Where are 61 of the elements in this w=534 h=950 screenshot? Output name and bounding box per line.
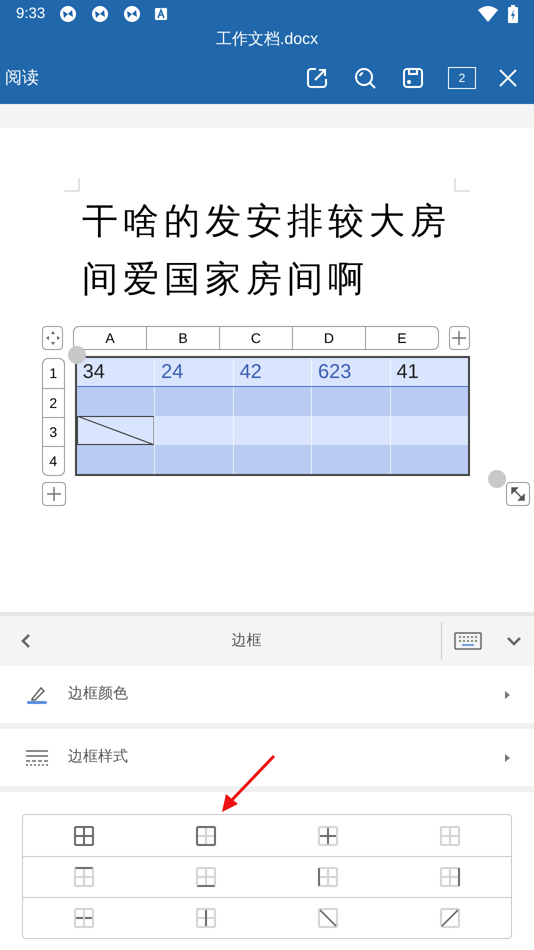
column-header[interactable]: D [292,327,365,349]
menu-item[interactable]: 边框颜色 [0,666,534,723]
save-button[interactable] [402,67,424,89]
app-notification-icon [91,5,110,23]
notification-icon [155,8,168,20]
resize-icon [510,486,526,502]
back-chevron-icon [20,633,32,649]
plus-icon [46,486,62,502]
selection-handle[interactable] [488,470,506,488]
app-notification-icon [59,5,78,23]
diagonal-up-border-icon [440,908,460,928]
row-header[interactable]: 3 [43,417,64,446]
column-header[interactable]: B [146,327,219,349]
document-paragraph: 干啥的发安排较大房间爱国家房间啊 [82,199,452,301]
move-table-handle[interactable] [42,326,64,350]
inner-border-icon [318,826,338,846]
column-header[interactable]: E [364,327,438,349]
all-border-icon [74,826,94,846]
window-title: 工作文档.docx [216,30,318,50]
chevron-down-icon [506,636,522,646]
table-cell-text: 41 [396,360,419,385]
top-border-icon [74,867,94,887]
search-button[interactable] [354,67,376,89]
app-notification-icon [123,5,142,23]
read-mode-label: 阅读 [5,67,39,90]
status-time: 9:33 [16,4,46,24]
diagonal-down-border-icon [318,908,338,928]
inner-horizontal-border-icon [74,908,94,928]
row-header[interactable]: 4 [43,446,64,475]
table-cell-text: 24 [161,360,184,385]
close-button[interactable] [498,68,518,88]
page-count-button[interactable]: 2 [448,67,476,89]
none-border-icon [440,826,460,846]
battery-icon [508,5,518,23]
bottom-border-icon [196,867,216,887]
wifi-icon [478,6,498,22]
left-border-icon [318,867,338,887]
table-cell-text: 623 [318,360,352,385]
outer-border-icon [196,826,216,846]
resize-table-button[interactable] [506,482,530,506]
panel-title: 边框 [230,630,262,651]
selection-handle[interactable] [68,346,86,364]
margin-corner-mark [454,178,470,192]
menu-item[interactable]: 边框样式 [0,729,534,786]
keyboard-icon [454,632,482,650]
table-cell-text: 42 [240,360,262,385]
row-header[interactable]: 2 [43,388,64,417]
table-cell-text: 34 [82,360,105,385]
chevron-icon [505,690,510,698]
add-row-button[interactable] [42,482,66,506]
margin-corner-mark [64,178,80,192]
add-column-button[interactable] [448,326,470,350]
inner-vertical-border-icon [196,908,216,928]
pen-icon [26,684,48,704]
right-border-icon [440,867,460,887]
share-button[interactable] [306,67,328,89]
chevron-icon [505,754,510,762]
line-style-icon [26,750,48,766]
row-header[interactable]: 1 [43,359,64,388]
column-header[interactable]: A [74,327,146,349]
column-header[interactable]: C [219,327,292,349]
